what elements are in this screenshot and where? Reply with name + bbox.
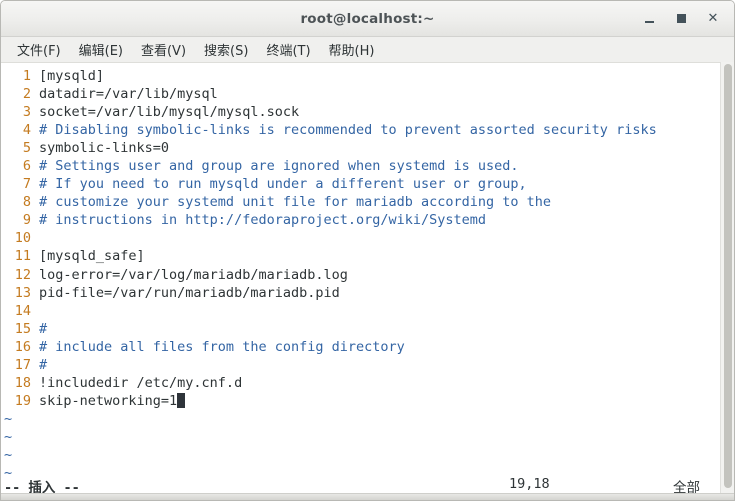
window-bottom-edge	[1, 493, 734, 500]
vim-cursor-position: 19,18	[509, 476, 550, 492]
line-text: log-error=/var/log/mariadb/mariadb.log	[39, 266, 348, 283]
line-number: 2	[22, 86, 31, 103]
terminal-window: root@localhost:~ ✕ 文件(F) 编辑(E) 查看(V) 搜索(…	[0, 0, 735, 501]
line-number: 12	[14, 266, 31, 283]
line-number: 5	[22, 140, 31, 157]
empty-line-marker-row: ~	[1, 410, 734, 428]
editor-line[interactable]: 11 [mysqld_safe]	[1, 247, 734, 265]
menu-item-edit[interactable]: 编辑(E)	[70, 38, 132, 62]
editor-line[interactable]: 14	[1, 302, 734, 320]
line-number: 16	[14, 338, 31, 355]
line-text: skip-networking=1	[39, 392, 178, 409]
editor-line[interactable]: 4 # Disabling symbolic-links is recommend…	[1, 121, 734, 139]
vim-status-line: -- 插入 -- 19,18 全部	[1, 476, 734, 496]
line-number: 6	[22, 158, 31, 175]
editor-line[interactable]: 9 # instructions in http://fedoraproject.…	[1, 211, 734, 229]
line-number: 18	[14, 374, 31, 391]
editor-line[interactable]: 18 !includedir /etc/my.cnf.d	[1, 374, 734, 392]
line-number: 19	[14, 392, 31, 409]
vim-buffer[interactable]: 1 [mysqld] 2 datadir=/var/lib/mysql 3 socket=…	[1, 67, 734, 500]
editor-line[interactable]: 15 #	[1, 320, 734, 338]
line-text: # customize your systemd unit file for m…	[39, 194, 552, 211]
editor-line[interactable]: 17 #	[1, 356, 734, 374]
line-number: 8	[22, 194, 31, 211]
line-number: 3	[22, 104, 31, 121]
line-number: 17	[14, 356, 31, 373]
window-controls: ✕	[642, 1, 726, 36]
editor-line[interactable]: 12 log-error=/var/log/mariadb/mariadb.log	[1, 266, 734, 284]
editor-line[interactable]: 16 # include all files from the config di…	[1, 338, 734, 356]
menu-item-file[interactable]: 文件(F)	[8, 38, 70, 62]
line-number: 15	[14, 320, 31, 337]
editor-line[interactable]: 3 socket=/var/lib/mysql/mysql.sock	[1, 103, 734, 121]
line-number: 11	[14, 248, 31, 265]
maximize-button[interactable]	[674, 12, 688, 26]
scrollbar-thumb[interactable]	[724, 64, 732, 488]
menu-bar: 文件(F) 编辑(E) 查看(V) 搜索(S) 终端(T) 帮助(H)	[1, 37, 734, 63]
editor-line[interactable]: 19 skip-networking=1	[1, 392, 734, 410]
line-text: #	[39, 356, 48, 373]
line-text: #	[39, 320, 48, 337]
close-button[interactable]: ✕	[706, 12, 720, 26]
menu-item-help[interactable]: 帮助(H)	[320, 38, 384, 62]
menu-item-search[interactable]: 搜索(S)	[195, 38, 257, 62]
editor-line[interactable]: 7 # If you need to run mysqld under a dif…	[1, 175, 734, 193]
line-number: 4	[22, 122, 31, 139]
vertical-scrollbar[interactable]	[720, 62, 734, 494]
editor-line[interactable]: 5 symbolic-links=0	[1, 139, 734, 157]
line-number: 13	[14, 284, 31, 301]
editor-line[interactable]: 1 [mysqld]	[1, 67, 734, 85]
line-text: [mysqld]	[39, 68, 105, 84]
line-text: socket=/var/lib/mysql/mysql.sock	[39, 104, 300, 121]
line-text: datadir=/var/lib/mysql	[39, 86, 218, 103]
line-number: 1	[22, 68, 31, 84]
menu-item-terminal[interactable]: 终端(T)	[257, 38, 319, 62]
line-text: # Disabling symbolic-links is recommende…	[39, 122, 657, 139]
line-text: !includedir /etc/my.cnf.d	[39, 374, 243, 391]
line-text: [mysqld_safe]	[39, 248, 145, 265]
editor-line[interactable]: 8 # customize your systemd unit file for …	[1, 193, 734, 211]
empty-line-marker-row: ~	[1, 446, 734, 464]
minimize-button[interactable]	[642, 12, 656, 26]
terminal-content[interactable]: 1 [mysqld] 2 datadir=/var/lib/mysql 3 socket=…	[1, 63, 734, 500]
line-text: # include all files from the config dire…	[39, 338, 405, 355]
tilde-icon: ~	[4, 410, 13, 427]
editor-line[interactable]: 10	[1, 229, 734, 247]
line-text: # Settings user and group are ignored wh…	[39, 158, 519, 175]
tilde-icon: ~	[4, 446, 13, 463]
menu-item-view[interactable]: 查看(V)	[132, 38, 195, 62]
line-text: pid-file=/var/run/mariadb/mariadb.pid	[39, 284, 340, 301]
line-text: # If you need to run mysqld under a diff…	[39, 176, 527, 193]
empty-line-marker-row: ~	[1, 428, 734, 446]
line-number: 9	[22, 212, 31, 229]
title-bar[interactable]: root@localhost:~ ✕	[1, 1, 734, 37]
editor-line[interactable]: 2 datadir=/var/lib/mysql	[1, 85, 734, 103]
line-text: # instructions in http://fedoraproject.o…	[39, 212, 487, 229]
window-title: root@localhost:~	[300, 10, 435, 27]
line-number: 10	[14, 230, 31, 247]
line-text: symbolic-links=0	[39, 140, 170, 157]
tilde-icon: ~	[4, 428, 13, 445]
line-number: 7	[22, 176, 31, 193]
line-number: 14	[14, 302, 31, 319]
text-cursor	[177, 392, 186, 408]
editor-line[interactable]: 13 pid-file=/var/run/mariadb/mariadb.pid	[1, 284, 734, 302]
editor-line[interactable]: 6 # Settings user and group are ignored w…	[1, 157, 734, 175]
